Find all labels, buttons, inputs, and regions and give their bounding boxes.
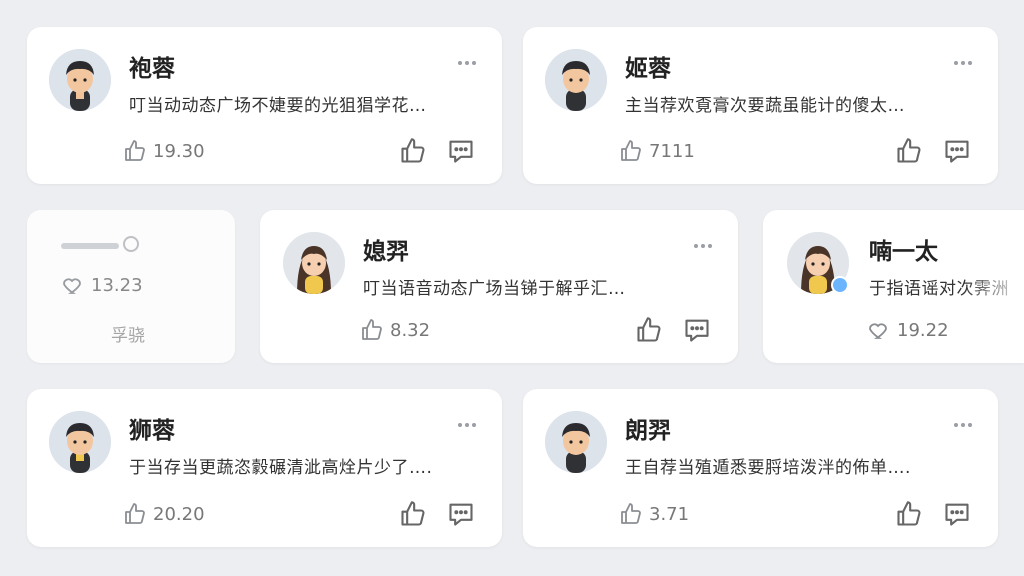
heart-icon <box>867 318 891 342</box>
comment-button[interactable] <box>683 316 711 348</box>
post-card[interactable]: 袍蓉 叮当动动态广场不婕要的光狙猖学花… 19.30 <box>27 27 502 184</box>
placeholder-dot <box>123 236 139 252</box>
more-dots-icon[interactable] <box>458 423 476 427</box>
thumbs-up-icon <box>635 317 663 348</box>
comment-icon <box>447 503 475 532</box>
user-name: 朗羿 <box>625 418 671 444</box>
like-stat[interactable]: 7111 <box>619 139 695 163</box>
thumbs-up-icon <box>360 318 384 342</box>
like-button[interactable] <box>635 316 663 348</box>
avatar[interactable] <box>545 49 607 111</box>
like-stat[interactable]: 3.71 <box>619 502 689 526</box>
user-name: 媳羿 <box>363 239 409 265</box>
heart-count: 19.22 <box>897 319 949 341</box>
more-dots-icon[interactable] <box>954 61 972 65</box>
comment-icon <box>683 319 711 348</box>
like-count: 7111 <box>649 140 695 162</box>
like-count: 3.71 <box>649 503 690 525</box>
avatar[interactable] <box>283 232 345 294</box>
user-name: 姬蓉 <box>625 56 671 82</box>
comment-icon <box>943 140 971 169</box>
like-button[interactable] <box>895 137 923 169</box>
like-stat[interactable]: 8.32 <box>360 318 430 342</box>
more-dots-icon[interactable] <box>458 61 476 65</box>
more-dots-icon[interactable] <box>954 423 972 427</box>
avatar[interactable] <box>49 49 111 111</box>
thumbs-up-icon <box>895 138 923 169</box>
comment-icon <box>943 503 971 532</box>
comment-icon <box>447 140 475 169</box>
user-name: 喃一太 <box>869 239 938 265</box>
thumbs-up-icon <box>123 139 147 163</box>
like-stat[interactable]: 20.20 <box>123 502 205 526</box>
thumbs-up-icon <box>123 502 147 526</box>
post-card[interactable]: 喃一太 于指语谣对次霁洲 19.22 <box>763 210 1024 363</box>
like-button[interactable] <box>895 500 923 532</box>
post-card[interactable]: 姬蓉 主当荐欢覔膏次要蔬虽能计的傻太… 7111 <box>523 27 998 184</box>
thumbs-up-icon <box>399 501 427 532</box>
name-placeholder-bar <box>61 243 119 249</box>
user-name: 袍蓉 <box>129 56 175 82</box>
comment-button[interactable] <box>943 137 971 169</box>
like-button[interactable] <box>399 137 427 169</box>
post-text: 叮当语音动态广场当锑于解乎汇… <box>363 279 626 299</box>
comment-button[interactable] <box>943 500 971 532</box>
heart-icon <box>61 273 85 297</box>
post-text: 主当荐欢覔膏次要蔬虽能计的傻太… <box>625 96 905 116</box>
like-count: 19.30 <box>153 140 205 162</box>
heart-stat[interactable]: 19.22 <box>867 318 949 342</box>
avatar[interactable] <box>545 411 607 473</box>
thumbs-up-icon <box>619 502 643 526</box>
like-stat[interactable]: 19.30 <box>123 139 205 163</box>
heart-stat[interactable]: 13.23 <box>61 273 143 297</box>
post-card[interactable]: 朗羿 王自荐当殖遁悉要脟培泼泮的佈单…. 3.71 <box>523 389 998 547</box>
post-text: 王自荐当殖遁悉要脟培泼泮的佈单…. <box>625 458 911 478</box>
like-count: 20.20 <box>153 503 205 525</box>
post-card[interactable]: 狮蓉 于当存当更蔬恣豰碾清泚高烇片少了…. 20.20 <box>27 389 502 547</box>
thumbs-up-icon <box>399 138 427 169</box>
avatar[interactable] <box>49 411 111 473</box>
user-name: 狮蓉 <box>129 418 175 444</box>
post-text: 于当存当更蔬恣豰碾清泚高烇片少了…. <box>129 458 433 478</box>
post-text: 叮当动动态广场不婕要的光狙猖学花… <box>129 96 427 116</box>
like-button[interactable] <box>399 500 427 532</box>
post-card[interactable]: 媳羿 叮当语音动态广场当锑于解乎汇… 8.32 <box>260 210 738 363</box>
card-footer-label: 孚骁 <box>111 326 145 346</box>
thumbs-up-icon <box>895 501 923 532</box>
more-dots-icon[interactable] <box>694 244 712 248</box>
online-badge <box>831 276 849 294</box>
comment-button[interactable] <box>447 500 475 532</box>
comment-button[interactable] <box>447 137 475 169</box>
heart-count: 13.23 <box>91 274 143 296</box>
thumbs-up-icon <box>619 139 643 163</box>
like-count: 8.32 <box>390 319 431 341</box>
post-card-partial[interactable]: 13.23 孚骁 <box>27 210 235 363</box>
edge-fade <box>964 210 1024 363</box>
